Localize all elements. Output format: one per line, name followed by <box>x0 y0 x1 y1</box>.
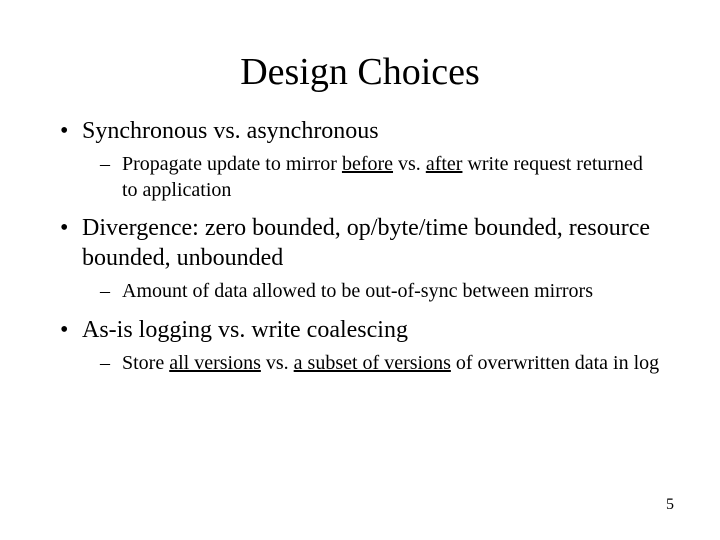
bullet-list: Synchronous vs. asynchronous Propagate u… <box>60 116 660 376</box>
t: of overwritten data in log <box>451 352 659 374</box>
slide-title: Design Choices <box>60 50 660 94</box>
bullet-3-sub: Store all versions vs. a subset of versi… <box>60 351 660 377</box>
t: Store <box>122 352 169 374</box>
t: vs. <box>393 153 426 175</box>
u: before <box>342 153 393 175</box>
page-number: 5 <box>666 496 674 514</box>
bullet-1: Synchronous vs. asynchronous <box>60 116 660 146</box>
t: vs. <box>261 352 294 374</box>
u: after <box>426 153 463 175</box>
bullet-2: Divergence: zero bounded, op/byte/time b… <box>60 213 660 273</box>
bullet-3: As-is logging vs. write coalescing <box>60 315 660 345</box>
bullet-1-sub: Propagate update to mirror before vs. af… <box>60 152 660 203</box>
u: all versions <box>169 352 261 374</box>
u: a subset of versions <box>294 352 451 374</box>
bullet-2-sub: Amount of data allowed to be out-of-sync… <box>60 279 660 305</box>
t: Propagate update to mirror <box>122 153 342 175</box>
